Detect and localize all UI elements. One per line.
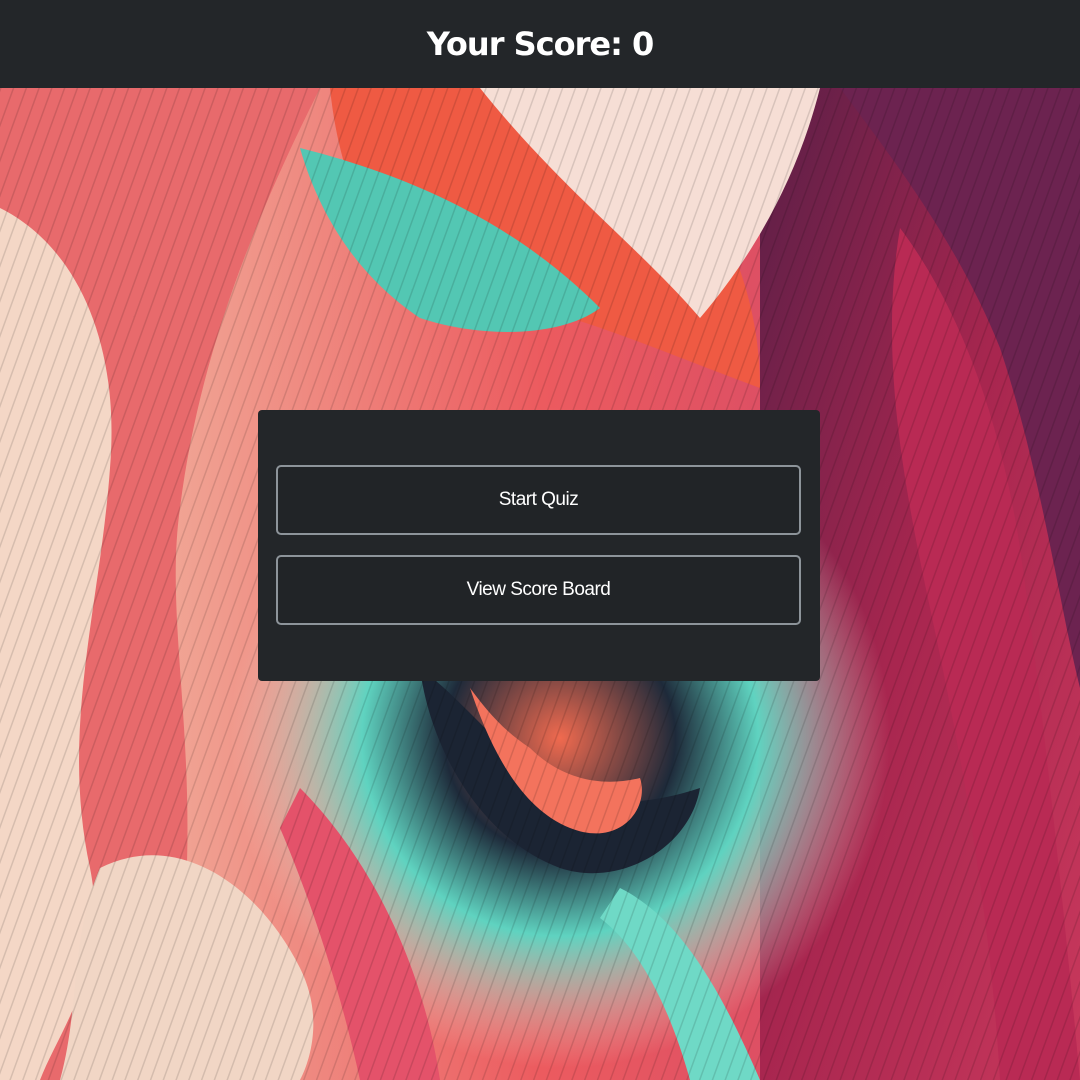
main-menu-panel: Start Quiz View Score Board [258, 410, 820, 681]
score-header: Your Score: 0 [0, 0, 1080, 88]
view-score-board-button[interactable]: View Score Board [276, 555, 801, 625]
quiz-home-screen: Your Score: 0 Start Quiz View Score Boar… [0, 0, 1080, 1080]
score-title: Your Score: 0 [426, 25, 655, 63]
start-quiz-button[interactable]: Start Quiz [276, 465, 801, 535]
